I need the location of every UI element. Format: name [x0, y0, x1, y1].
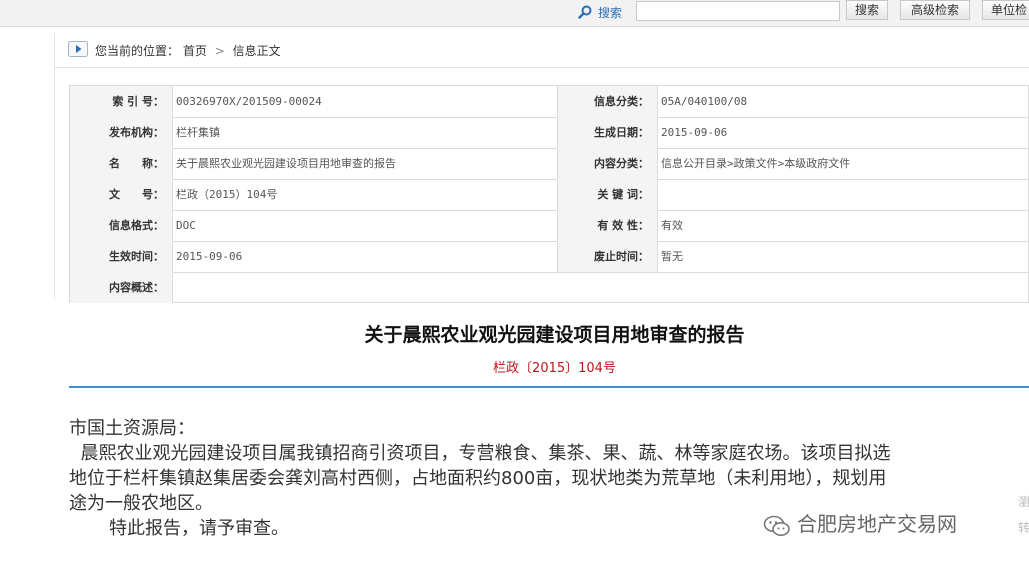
- meta-value: 信息公开目录>政策文件>本级政府文件: [657, 148, 1029, 179]
- meta-label: 有 效 性：: [557, 210, 657, 241]
- meta-value: DOC: [172, 210, 559, 241]
- content-left-border: [54, 33, 55, 299]
- meta-label: 生成日期：: [557, 117, 657, 148]
- top-toolbar: 搜索 搜索 高级检索 单位检: [0, 0, 1029, 27]
- meta-label: 发布机构：: [70, 117, 172, 148]
- meta-value: 有效: [657, 210, 1029, 241]
- table-row: 信息格式： DOC 有 效 性： 有效: [70, 210, 1028, 242]
- document-title: 关于晨熙农业观光园建设项目用地审查的报告: [364, 324, 745, 346]
- meta-label: 生效时间：: [70, 241, 172, 272]
- meta-value: 暂无: [657, 241, 1029, 272]
- breadcrumb: 您当前的位置： 首页 > 信息正文: [95, 42, 281, 59]
- edge-char: 转: [1018, 521, 1029, 535]
- breadcrumb-separator: >: [214, 44, 225, 58]
- meta-label: 内容分类：: [557, 148, 657, 179]
- advanced-search-button[interactable]: 高级检索: [900, 0, 970, 20]
- meta-label: 信息格式：: [70, 210, 172, 241]
- table-row: 索 引 号： 00326970X/201509-00024 信息分类： 05A/…: [70, 86, 1028, 118]
- search-button[interactable]: 搜索: [846, 0, 888, 20]
- meta-label: 索 引 号：: [70, 86, 172, 117]
- table-row: 生效时间： 2015-09-06 废止时间： 暂无: [70, 241, 1028, 273]
- metadata-table: 索 引 号： 00326970X/201509-00024 信息分类： 05A/…: [69, 85, 1029, 303]
- wechat-watermark: 合肥房地产交易网: [763, 508, 957, 538]
- meta-value: 2015-09-06: [657, 117, 1029, 148]
- table-row: 名 称： 关于晨熙农业观光园建设项目用地审查的报告 内容分类： 信息公开目录>政…: [70, 148, 1028, 180]
- document-number: 栏政〔2015〕104号: [493, 361, 616, 376]
- breadcrumb-current: 信息正文: [232, 44, 281, 58]
- meta-value: 关于晨熙农业观光园建设项目用地审查的报告: [172, 148, 559, 179]
- search-input[interactable]: [636, 1, 840, 21]
- meta-value: 00326970X/201509-00024: [172, 86, 559, 117]
- body-salutation: 市国土资源局：: [69, 418, 195, 439]
- title-divider: [69, 386, 1029, 388]
- table-row: 发布机构： 栏杆集镇 生成日期： 2015-09-06: [70, 117, 1028, 149]
- meta-label: 名 称：: [70, 148, 172, 179]
- play-arrow-icon: [68, 41, 88, 57]
- breadcrumb-home[interactable]: 首页: [183, 44, 207, 58]
- body-line: 地位于栏杆集镇赵集居委会龚刘高村西侧，占地面积约800亩，现状地类为荒草地（未利…: [69, 468, 887, 489]
- meta-label: 内容概述：: [70, 272, 172, 303]
- meta-value: 栏杆集镇: [172, 117, 559, 148]
- meta-value: 2015-09-06: [172, 241, 559, 272]
- meta-value: 05A/040100/08: [657, 86, 1029, 117]
- meta-value: [172, 272, 1029, 303]
- unit-search-button[interactable]: 单位检: [982, 0, 1029, 20]
- meta-value: 栏政（2015）104号: [172, 179, 559, 210]
- table-row: 内容概述：: [70, 272, 1028, 303]
- meta-label: 信息分类：: [557, 86, 657, 117]
- body-line: 晨熙农业观光园建设项目属我镇招商引资项目，专营粮食、集茶、果、蔬、林等家庭农场。…: [69, 443, 891, 464]
- watermark-text: 合肥房地产交易网: [797, 512, 957, 536]
- search-icon[interactable]: [578, 5, 592, 19]
- breadcrumb-prefix: 您当前的位置：: [95, 44, 180, 58]
- edge-char: 瀏: [1018, 495, 1029, 509]
- meta-label: 废止时间：: [557, 241, 657, 272]
- meta-label: 关 键 词：: [557, 179, 657, 210]
- meta-value: [657, 179, 1029, 210]
- table-row: 文 号： 栏政（2015）104号 关 键 词：: [70, 179, 1028, 211]
- search-label[interactable]: 搜索: [598, 4, 622, 21]
- wechat-icon: [763, 515, 790, 536]
- breadcrumb-divider: [54, 67, 1029, 68]
- meta-label: 文 号：: [70, 179, 172, 210]
